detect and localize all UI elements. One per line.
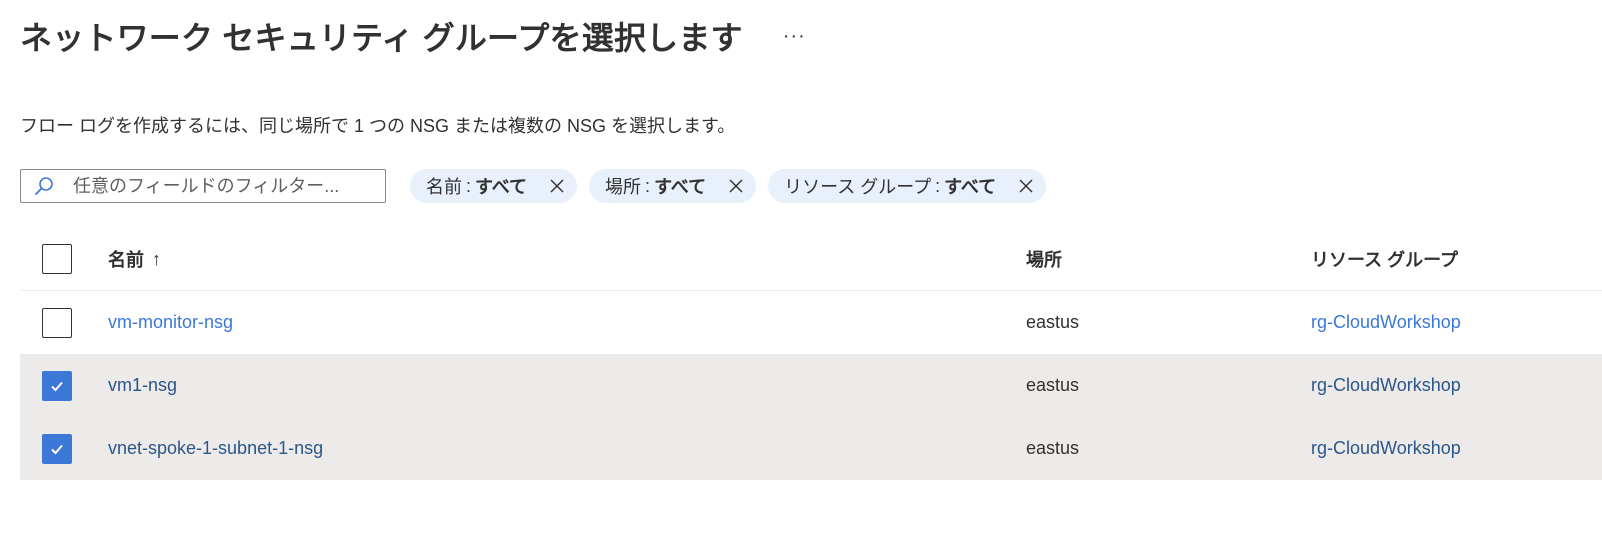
table-row[interactable]: vnet-spoke-1-subnet-1-nsg eastus rg-Clou… xyxy=(20,417,1602,480)
resource-group-link[interactable]: rg-CloudWorkshop xyxy=(1311,438,1461,459)
filter-pill-separator: : xyxy=(935,175,941,196)
column-header-location[interactable]: 場所 xyxy=(1026,228,1062,290)
location-cell: eastus xyxy=(1026,375,1080,395)
filter-pill-key: 名前 xyxy=(426,177,462,197)
more-options-button[interactable]: ··· xyxy=(777,22,812,50)
row-checkbox[interactable] xyxy=(42,307,72,338)
column-header-name[interactable]: 名前 ↑ xyxy=(108,228,161,290)
filter-pill-value: すべて xyxy=(475,177,528,197)
location-cell: eastus xyxy=(1026,438,1080,458)
location-cell: eastus xyxy=(1026,312,1080,332)
resource-group-cell: rg-CloudWorkshop xyxy=(1311,291,1461,354)
sort-ascending-icon: ↑ xyxy=(152,248,161,269)
checkmark-icon xyxy=(51,381,63,391)
filter-pill-location[interactable]: 場所 : すべて xyxy=(589,169,757,203)
title-row: ネットワーク セキュリティ グループを選択します ··· xyxy=(20,12,812,60)
search-icon xyxy=(35,177,53,195)
column-header-resource-group[interactable]: リソース グループ xyxy=(1311,228,1458,290)
description-text: フロー ログを作成するには、同じ場所で 1 つの NSG または複数の NSG … xyxy=(20,116,736,136)
filter-pill-separator: : xyxy=(645,175,651,196)
nsg-table: 名前 ↑ 場所 リソース グループ vm-monitor-nsg eastus … xyxy=(20,228,1602,480)
table-header-row: 名前 ↑ 場所 リソース グループ xyxy=(20,228,1602,291)
filter-pill-separator: : xyxy=(466,175,472,196)
row-checkbox-cell xyxy=(42,354,72,417)
close-icon[interactable] xyxy=(726,176,746,196)
filter-pill-key: リソース グループ xyxy=(784,177,932,197)
resource-group-link[interactable]: rg-CloudWorkshop xyxy=(1311,375,1461,396)
search-input[interactable] xyxy=(73,175,363,197)
header-checkbox-cell xyxy=(42,228,72,290)
name-cell: vnet-spoke-1-subnet-1-nsg xyxy=(108,417,323,480)
column-header-name-label: 名前 xyxy=(108,250,144,270)
filter-row: 名前 : すべて 場所 : すべて リソース グループ : すべて xyxy=(20,168,1047,204)
filter-pill-key: 場所 xyxy=(605,177,642,197)
nsg-name-link[interactable]: vm-monitor-nsg xyxy=(108,312,233,333)
filter-pill-value: すべて xyxy=(654,177,707,197)
filter-pill-resource-group[interactable]: リソース グループ : すべて xyxy=(768,169,1047,203)
resource-group-cell: rg-CloudWorkshop xyxy=(1311,354,1461,417)
select-all-checkbox[interactable] xyxy=(42,244,72,274)
name-cell: vm1-nsg xyxy=(108,354,177,417)
row-checkbox[interactable] xyxy=(42,433,72,464)
table-row[interactable]: vm-monitor-nsg eastus rg-CloudWorkshop xyxy=(20,291,1602,354)
resource-group-cell: rg-CloudWorkshop xyxy=(1311,417,1461,480)
page-title: ネットワーク セキュリティ グループを選択します xyxy=(20,20,743,56)
checkmark-icon xyxy=(51,444,63,454)
filter-pill-name[interactable]: 名前 : すべて xyxy=(410,169,578,203)
row-checkbox[interactable] xyxy=(42,370,72,401)
row-checkbox-cell xyxy=(42,417,72,480)
filter-pill-value: すべて xyxy=(944,177,997,197)
resource-group-link[interactable]: rg-CloudWorkshop xyxy=(1311,312,1461,333)
row-checkbox-cell xyxy=(42,291,72,354)
name-cell: vm-monitor-nsg xyxy=(108,291,233,354)
search-box[interactable] xyxy=(20,169,386,203)
nsg-name-link[interactable]: vnet-spoke-1-subnet-1-nsg xyxy=(108,438,323,459)
close-icon[interactable] xyxy=(547,176,567,196)
close-icon[interactable] xyxy=(1016,176,1036,196)
table-row[interactable]: vm1-nsg eastus rg-CloudWorkshop xyxy=(20,354,1602,417)
nsg-name-link[interactable]: vm1-nsg xyxy=(108,375,177,396)
